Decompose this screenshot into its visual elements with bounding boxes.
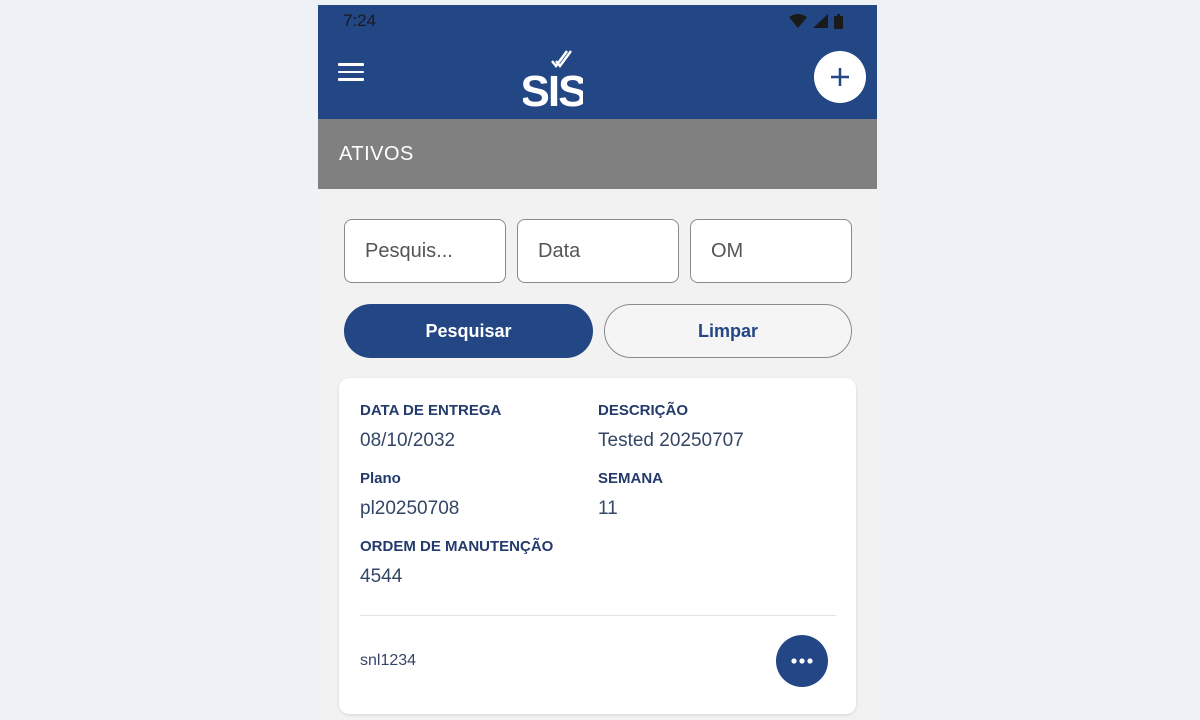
field-value: 11 <box>598 498 618 519</box>
field-maintenance-order: ORDEM DE MANUTENÇÃO 4544 <box>360 538 553 588</box>
field-plan: Plano pl20250708 <box>360 470 459 520</box>
action-row: Pesquisar Limpar <box>344 304 877 358</box>
phone-screen: 7:24 SIS ATIVOS Pesquis... Data OM Pesqu… <box>318 5 877 720</box>
add-button[interactable] <box>814 51 866 103</box>
field-week: SEMANA 11 <box>598 470 663 520</box>
more-button[interactable] <box>776 635 828 687</box>
card-user: snl1234 <box>360 652 417 669</box>
card-divider <box>360 615 836 616</box>
signal-icon <box>813 14 828 28</box>
status-bar: 7:24 <box>318 5 877 37</box>
more-horizontal-icon <box>791 658 813 664</box>
field-label: DATA DE ENTREGA <box>360 402 502 419</box>
hamburger-icon <box>338 63 364 81</box>
field-value: 4544 <box>360 566 403 587</box>
om-input[interactable] <box>690 219 852 283</box>
battery-icon <box>834 13 843 29</box>
section-header: ATIVOS <box>318 119 877 189</box>
filter-row <box>344 219 877 283</box>
sis-logo: SIS <box>523 50 583 109</box>
section-title: ATIVOS <box>339 142 414 165</box>
field-description: DESCRIÇÃO Tested 20250707 <box>598 402 744 452</box>
plus-icon <box>831 68 849 86</box>
logo-text: SIS <box>523 67 583 109</box>
field-label: ORDEM DE MANUTENÇÃO <box>360 538 554 555</box>
field-value: Tested 20250707 <box>598 430 744 451</box>
search-input[interactable] <box>344 219 506 283</box>
menu-button[interactable] <box>338 63 364 89</box>
date-input[interactable] <box>517 219 679 283</box>
search-button[interactable]: Pesquisar <box>344 304 593 358</box>
field-delivery-date: DATA DE ENTREGA 08/10/2032 <box>360 402 501 452</box>
field-value: pl20250708 <box>360 498 460 519</box>
field-label: Plano <box>360 470 401 487</box>
field-label: SEMANA <box>598 470 664 487</box>
status-time: 7:24 <box>343 11 377 30</box>
clear-button[interactable]: Limpar <box>604 304 852 358</box>
field-label: DESCRIÇÃO <box>598 402 689 419</box>
field-value: 08/10/2032 <box>360 430 456 451</box>
status-icons <box>789 13 843 29</box>
wifi-icon <box>789 14 807 28</box>
app-bar: SIS <box>318 37 877 119</box>
asset-card[interactable]: DATA DE ENTREGA 08/10/2032 DESCRIÇÃO Tes… <box>339 378 856 714</box>
